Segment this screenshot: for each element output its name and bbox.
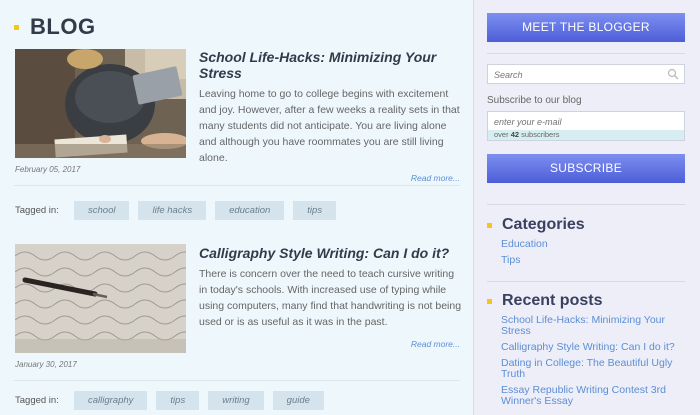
post-divider — [14, 380, 460, 381]
post-title[interactable]: School Life-Hacks: Minimizing Your Stres… — [199, 49, 464, 81]
post-date: February 05, 2017 — [15, 165, 81, 174]
tags-label: Tagged in: — [15, 395, 59, 406]
tag-calligraphy[interactable]: calligraphy — [74, 391, 148, 410]
sidebar-divider — [487, 53, 685, 54]
page-title: BLOG — [30, 14, 96, 39]
search-input[interactable] — [488, 66, 658, 84]
tag-guide[interactable]: guide — [272, 391, 324, 410]
recent-posts-heading: Recent posts — [487, 292, 602, 310]
recent-post-link[interactable]: School Life-Hacks: Minimizing Your Stres… — [501, 315, 691, 337]
email-box — [487, 111, 685, 131]
tags-label: Tagged in: — [15, 205, 59, 216]
subscribers-suffix: subscribers — [521, 130, 560, 139]
recent-post-link[interactable]: Essay Republic Writing Contest 3rd Winne… — [501, 385, 691, 407]
categories-title: Categories — [502, 216, 585, 233]
recent-post-link[interactable]: Calligraphy Style Writing: Can I do it? — [501, 342, 691, 353]
subscribers-prefix: over — [494, 130, 509, 139]
blog-post: Calligraphy Style Writing: Can I do it? … — [14, 244, 461, 415]
recent-posts-list: School Life-Hacks: Minimizing Your Stres… — [501, 315, 691, 412]
read-more-link[interactable]: Read more... — [411, 173, 460, 183]
email-input[interactable] — [488, 113, 678, 131]
subscribe-button[interactable]: SUBSCRIBE — [487, 154, 685, 183]
post-divider — [14, 185, 460, 186]
subscriber-count: over 42 subscribers — [487, 130, 685, 141]
tag-writing[interactable]: writing — [208, 391, 264, 410]
post-thumbnail[interactable] — [15, 49, 186, 158]
category-education[interactable]: Education — [501, 239, 691, 250]
woman-writing-photo-icon — [15, 49, 186, 158]
post-tags: Tagged in: calligraphy tips writing guid… — [15, 391, 333, 410]
subscribers-number: 42 — [510, 130, 520, 139]
post-excerpt: Leaving home to go to college begins wit… — [199, 88, 460, 164]
recent-post-link[interactable]: Dating in College: The Beautiful Ugly Tr… — [501, 358, 691, 380]
sidebar-divider — [487, 281, 685, 282]
post-excerpt: There is concern over the need to teach … — [199, 268, 462, 328]
blog-heading: BLOG — [14, 14, 96, 40]
heading-bullet — [487, 222, 492, 228]
tag-tips[interactable]: tips — [293, 201, 337, 220]
heading-bullet — [14, 24, 19, 30]
sidebar: MEET THE BLOGGER Subscribe to our blog o… — [473, 0, 700, 415]
blog-post: School Life-Hacks: Minimizing Your Stres… — [14, 49, 460, 229]
sidebar-divider — [487, 204, 685, 205]
post-title[interactable]: Calligraphy Style Writing: Can I do it? — [199, 245, 464, 261]
post-date: January 30, 2017 — [15, 360, 77, 369]
categories-heading: Categories — [487, 216, 585, 234]
subscribe-label: Subscribe to our blog — [487, 95, 582, 106]
post-tags: Tagged in: school life hacks education t… — [15, 201, 345, 220]
categories-list: Education Tips — [501, 239, 691, 271]
recent-posts-title: Recent posts — [502, 292, 603, 309]
search-icon[interactable] — [667, 68, 679, 80]
heading-bullet — [487, 298, 492, 304]
search-box — [487, 64, 685, 84]
meet-the-blogger-button[interactable]: MEET THE BLOGGER — [487, 13, 685, 42]
tag-education[interactable]: education — [215, 201, 285, 220]
tag-tips[interactable]: tips — [156, 391, 200, 410]
calligraphy-pen-photo-icon — [15, 244, 186, 353]
category-tips[interactable]: Tips — [501, 255, 691, 266]
tag-school[interactable]: school — [74, 201, 130, 220]
tag-life-hacks[interactable]: life hacks — [138, 201, 207, 220]
read-more-link[interactable]: Read more... — [411, 339, 460, 349]
post-thumbnail[interactable] — [15, 244, 186, 353]
blog-main-column: BLOG School Life-Hacks: Minimizing Your … — [0, 0, 472, 415]
